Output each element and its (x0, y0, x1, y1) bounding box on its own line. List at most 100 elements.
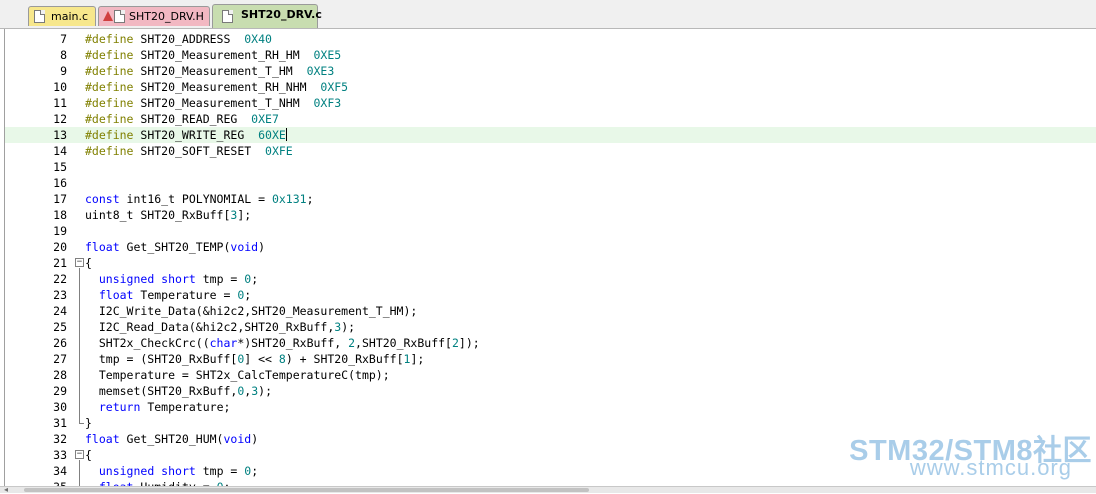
code-line[interactable]: 15 (5, 159, 1096, 175)
code-token: #define (85, 144, 141, 158)
code-line[interactable]: 30 return Temperature; (5, 399, 1096, 415)
code-token: float (85, 240, 127, 254)
code-token: void (230, 240, 259, 254)
line-number: 9 (60, 64, 67, 78)
line-number: 12 (53, 112, 67, 126)
line-number: 11 (53, 96, 67, 110)
line-number: 20 (53, 240, 67, 254)
code-text: return Temperature; (85, 399, 231, 415)
code-line[interactable]: 8 #define SHT20_Measurement_RH_HM 0XE5 (5, 47, 1096, 63)
code-line[interactable]: 17 const int16_t POLYNOMIAL = 0x131; (5, 191, 1096, 207)
line-number: 15 (53, 160, 67, 174)
code-token: ); (258, 384, 272, 398)
code-token: 2 (451, 336, 459, 350)
line-number: 29 (53, 384, 67, 398)
line-number: 30 (53, 400, 67, 414)
code-text: float Get_SHT20_HUM(void) (85, 431, 258, 447)
code-token: 0XF5 (320, 80, 349, 94)
code-token: SHT20_READ_REG (140, 112, 252, 126)
code-token: ) (251, 432, 259, 446)
code-token: memset(SHT20_RxBuff, (85, 384, 238, 398)
code-token: ; (306, 192, 314, 206)
scrollbar-thumb[interactable] (24, 488, 589, 492)
code-text: #define SHT20_Measurement_RH_NHM 0XF5 (85, 79, 348, 95)
code-text: float Get_SHT20_TEMP(void) (85, 239, 265, 255)
code-line[interactable]: 9 #define SHT20_Measurement_T_HM 0XE3 (5, 63, 1096, 79)
code-token: tmp = (SHT20_RxBuff[ (85, 352, 238, 366)
line-number: 34 (53, 464, 67, 478)
code-line[interactable]: 24 I2C_Write_Data(&hi2c2,SHT20_Measureme… (5, 303, 1096, 319)
code-line[interactable]: 16 (5, 175, 1096, 191)
code-token: 0XFE (265, 144, 293, 158)
code-text: { (85, 255, 92, 271)
code-text: memset(SHT20_RxBuff,0,3); (85, 383, 272, 399)
watermark-url: www.stmcu.org (909, 455, 1072, 480)
line-number: 31 (53, 416, 67, 430)
code-token: float (98, 288, 141, 302)
code-editor[interactable]: 7 #define SHT20_ADDRESS 0X40 8 #define SHT2… (4, 29, 1096, 486)
code-line[interactable]: 27 tmp = (SHT20_RxBuff[0] << 8) + SHT20_… (5, 351, 1096, 367)
code-token: #define (85, 112, 141, 126)
code-text: SHT2x_CheckCrc((char*)SHT20_RxBuff, 2,SH… (85, 335, 480, 351)
code-line[interactable]: 29 memset(SHT20_RxBuff,0,3); (5, 383, 1096, 399)
code-line[interactable]: 25 I2C_Read_Data(&hi2c2,SHT20_RxBuff,3); (5, 319, 1096, 335)
code-line[interactable]: 22 unsigned short tmp = 0; (5, 271, 1096, 287)
code-token: Temperature = (140, 288, 238, 302)
code-line[interactable]: 13 #define SHT20_WRITE_REG 60XE (5, 127, 1096, 143)
line-number: 8 (60, 48, 67, 62)
line-number: 33 (53, 448, 67, 462)
code-line[interactable]: 18 uint8_t SHT20_RxBuff[3]; (5, 207, 1096, 223)
code-line[interactable]: 7 #define SHT20_ADDRESS 0X40 (5, 31, 1096, 47)
code-text: unsigned short tmp = 0; (85, 271, 258, 287)
header-file-icon (103, 11, 113, 21)
line-number: 17 (53, 192, 67, 206)
tab-sht20-drv-c[interactable]: SHT20_DRV.c (212, 4, 322, 28)
code-token: float (85, 432, 127, 446)
code-line[interactable]: 23 float Temperature = 0; (5, 287, 1096, 303)
code-token: uint8_t SHT20_RxBuff[ (85, 208, 231, 222)
code-line[interactable]: 14 #define SHT20_SOFT_RESET 0XFE (5, 143, 1096, 159)
code-token: I2C_Read_Data(&hi2c2,SHT20_RxBuff, (85, 320, 335, 334)
code-text: #define SHT20_ADDRESS 0X40 (85, 31, 272, 47)
code-line[interactable]: 19 (5, 223, 1096, 239)
code-text: Temperature = SHT2x_CalcTemperatureC(tmp… (85, 367, 390, 383)
code-token: 0XE5 (313, 48, 342, 62)
code-token: #define (85, 64, 141, 78)
fold-collapse-icon[interactable]: − (75, 258, 84, 267)
code-line[interactable]: 12 #define SHT20_READ_REG 0XE7 (5, 111, 1096, 127)
code-line[interactable]: 10 #define SHT20_Measurement_RH_NHM 0XF5 (5, 79, 1096, 95)
tab-main-c[interactable]: main.c (28, 6, 96, 26)
code-token: Get_SHT20_HUM( (126, 432, 224, 446)
code-token: #define (85, 128, 141, 142)
code-line[interactable]: 26 SHT2x_CheckCrc((char*)SHT20_RxBuff, 2… (5, 335, 1096, 351)
code-line[interactable]: 20 float Get_SHT20_TEMP(void) (5, 239, 1096, 255)
line-number: 16 (53, 176, 67, 190)
h-file-icon (114, 10, 125, 23)
code-token: #define (85, 80, 141, 94)
code-line[interactable]: 28 Temperature = SHT2x_CalcTemperatureC(… (5, 367, 1096, 383)
code-line[interactable]: 21−{ (5, 255, 1096, 271)
code-line[interactable]: 11 #define SHT20_Measurement_T_NHM 0XF3 (5, 95, 1096, 111)
code-token: 8 (278, 352, 286, 366)
code-token: 0x131 (271, 192, 307, 206)
code-token: unsigned short (98, 272, 203, 286)
fold-collapse-icon[interactable]: − (75, 450, 84, 459)
code-text: #define SHT20_Measurement_T_NHM 0XF3 (85, 95, 341, 111)
code-token: { (85, 256, 92, 270)
code-token: 0X40 (244, 32, 272, 46)
code-token: #define (85, 48, 141, 62)
code-token: 2 (348, 336, 356, 350)
tab-sht20-drv-h[interactable]: SHT20_DRV.H (98, 6, 210, 26)
scroll-left-icon[interactable]: ◂ (4, 485, 8, 494)
code-token: } (85, 416, 92, 430)
code-token: unsigned short (98, 464, 203, 478)
code-token: SHT20_Measurement_T_HM (140, 64, 307, 78)
code-text: #define SHT20_Measurement_RH_HM 0XE5 (85, 47, 341, 63)
line-number: 27 (53, 352, 67, 366)
code-token: char (209, 336, 238, 350)
code-token: #define (85, 96, 141, 110)
code-token: SHT20_Measurement_T_NHM (140, 96, 314, 110)
code-token: Temperature; (147, 400, 231, 414)
code-token: SHT20_Measurement_RH_HM (140, 48, 314, 62)
